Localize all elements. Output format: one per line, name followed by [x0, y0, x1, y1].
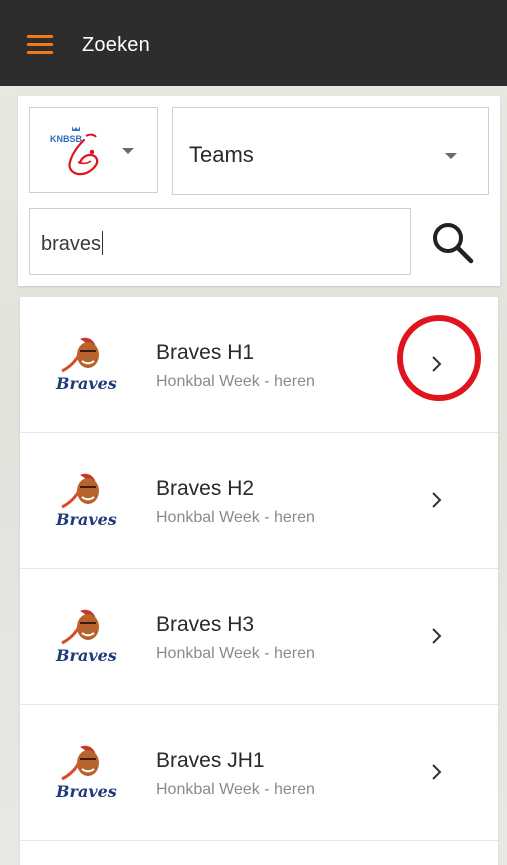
type-select-value: Teams [189, 142, 254, 167]
search-icon[interactable] [428, 218, 478, 268]
chevron-right-icon[interactable] [428, 487, 446, 513]
type-select[interactable]: Teams [172, 107, 489, 195]
team-competition: Honkbal Week - heren [156, 781, 315, 798]
braves-logo: Braves [55, 609, 117, 665]
list-item[interactable]: Braves Braves JH1 Honkbal Week - heren [20, 705, 498, 841]
team-name: Braves JH1 [156, 749, 265, 772]
chevron-down-icon [122, 148, 134, 154]
text-cursor [102, 231, 104, 255]
federation-select[interactable]: KNBSB [29, 107, 158, 193]
results-list: Braves Braves H1 Honkbal Week - heren Br… [20, 297, 498, 865]
team-name: Braves H2 [156, 477, 255, 500]
list-item[interactable] [20, 841, 498, 865]
chevron-right-icon[interactable] [428, 351, 446, 377]
knbsb-logo: KNBSB [50, 126, 99, 176]
chevron-right-icon[interactable] [428, 759, 446, 785]
search-input[interactable]: braves [29, 208, 411, 275]
braves-logo: Braves [55, 745, 117, 801]
app-bar: Zoeken [0, 0, 507, 86]
braves-logo: Braves [55, 337, 117, 393]
chevron-down-icon [445, 153, 457, 159]
list-item[interactable]: Braves Braves H2 Honkbal Week - heren [20, 433, 498, 569]
braves-logo: Braves [55, 473, 117, 529]
search-query-text: braves [41, 233, 102, 255]
list-item[interactable]: Braves Braves H3 Honkbal Week - heren [20, 569, 498, 705]
team-competition: Honkbal Week - heren [156, 373, 315, 390]
braves-logo-text: Braves [55, 510, 117, 529]
team-competition: Honkbal Week - heren [156, 645, 315, 662]
team-name: Braves H1 [156, 341, 255, 364]
braves-logo-text: Braves [55, 646, 117, 665]
team-competition: Honkbal Week - heren [156, 509, 315, 526]
search-card: KNBSB Teams braves [18, 96, 500, 286]
chevron-right-icon[interactable] [428, 623, 446, 649]
braves-logo-text: Braves [55, 374, 117, 393]
hamburger-menu-icon[interactable] [27, 35, 53, 55]
list-item[interactable]: Braves Braves H1 Honkbal Week - heren [20, 297, 498, 433]
knbsb-logo-text: KNBSB [50, 134, 83, 144]
team-name: Braves H3 [156, 613, 255, 636]
page-title: Zoeken [82, 34, 150, 56]
braves-logo-text: Braves [55, 782, 117, 801]
